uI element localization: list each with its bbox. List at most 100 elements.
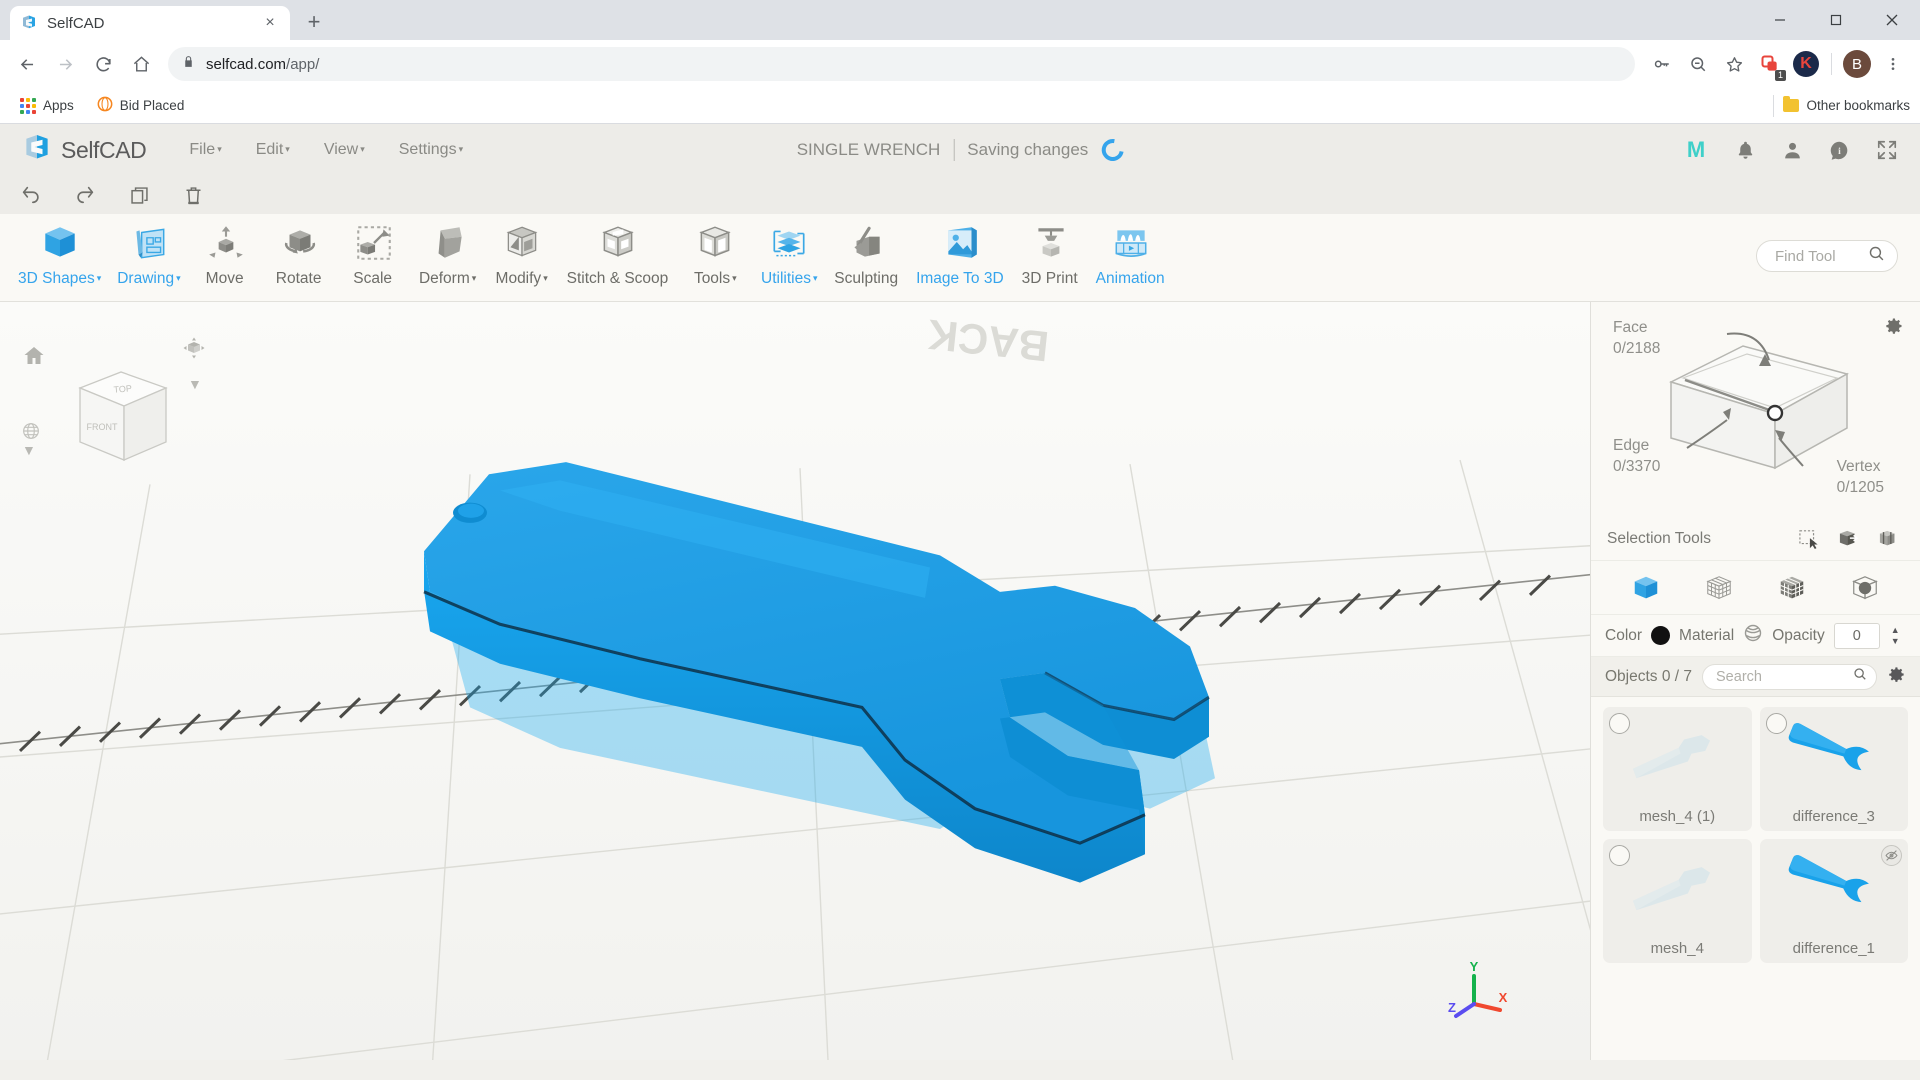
notifications-bell-icon[interactable] xyxy=(1735,140,1756,161)
stepper-down-icon[interactable]: ▼ xyxy=(1891,637,1900,646)
rectangle-select-icon[interactable] xyxy=(1794,526,1824,552)
tool-3d-print[interactable]: 3D Print xyxy=(1014,220,1088,290)
copy-button[interactable] xyxy=(122,180,156,210)
objects-search-box[interactable] xyxy=(1702,663,1877,690)
tool-utilities[interactable]: Utilities ▾ xyxy=(752,220,826,290)
menu-edit[interactable]: Edit ▾ xyxy=(239,141,307,159)
opacity-stepper[interactable]: ▲ ▼ xyxy=(1891,626,1900,646)
profile-k-avatar[interactable]: K xyxy=(1789,47,1823,81)
sphere-material-icon[interactable] xyxy=(1743,623,1763,648)
bookmark-apps[interactable]: Apps xyxy=(12,94,82,118)
maximize-button[interactable] xyxy=(1808,0,1864,40)
objects-settings-gear-icon[interactable] xyxy=(1887,665,1906,689)
tool-label: Sculpting xyxy=(834,270,899,287)
tool-deform[interactable]: Deform ▾ xyxy=(411,220,485,290)
tool-modify[interactable]: Modify ▾ xyxy=(485,220,559,290)
edge-count: Edge 0/3370 xyxy=(1613,437,1661,475)
object-mode-icon[interactable] xyxy=(1629,571,1663,605)
browser-action-icons: 1 K B xyxy=(1645,47,1910,81)
tool-animation[interactable]: Animation xyxy=(1088,220,1175,290)
tool-image-to-3d[interactable]: Image To 3D xyxy=(908,220,1014,290)
minimize-button[interactable] xyxy=(1752,0,1808,40)
mesh-statistics: Face 0/2188 Edge 0/3370 Vertex 0/1205 xyxy=(1591,302,1920,517)
title-divider xyxy=(953,139,955,161)
extension-icon[interactable]: 1 xyxy=(1753,47,1787,81)
tool-move[interactable]: Move xyxy=(189,220,263,290)
forward-icon[interactable] xyxy=(48,47,82,81)
tools-icon xyxy=(694,222,736,264)
tool-label: Drawing ▾ xyxy=(117,270,181,287)
tool-sculpting[interactable]: Sculpting xyxy=(826,220,908,290)
mycad-m-icon[interactable]: M xyxy=(1683,138,1709,162)
wrench-blue-thumb xyxy=(1768,847,1901,933)
navigation-cube[interactable]: TOP FRONT xyxy=(56,348,186,478)
object-card[interactable]: difference_3 xyxy=(1759,707,1908,831)
stitch-scoop-icon xyxy=(597,222,639,264)
menu-view[interactable]: View ▾ xyxy=(307,141,382,159)
new-tab-button[interactable]: + xyxy=(298,6,330,38)
app-brand[interactable]: SelfCAD xyxy=(22,133,147,168)
tool-label: 3D Print xyxy=(1021,270,1078,287)
redo-button[interactable] xyxy=(68,180,102,210)
gear-icon[interactable] xyxy=(1884,316,1904,341)
fullscreen-icon[interactable] xyxy=(1876,139,1898,161)
zoom-out-icon[interactable] xyxy=(1681,47,1715,81)
search-icon[interactable] xyxy=(1868,245,1885,267)
bookmark-label: Apps xyxy=(43,98,74,113)
tool-tools[interactable]: Tools ▾ xyxy=(678,220,752,290)
back-icon[interactable] xyxy=(10,47,44,81)
home-icon[interactable] xyxy=(124,47,158,81)
3d-viewport[interactable]: BACK ▼ ▼ TOP FRONT Y X Z xyxy=(0,302,1590,1060)
key-icon[interactable] xyxy=(1645,47,1679,81)
home-view-icon[interactable] xyxy=(22,344,46,373)
user-account-icon[interactable] xyxy=(1782,140,1803,161)
box-select-icon[interactable] xyxy=(1834,526,1864,552)
undo-button[interactable] xyxy=(14,180,48,210)
selfcad-app: SelfCAD File ▾ Edit ▾ View ▾ Settings ▾ SING… xyxy=(0,124,1920,1060)
find-tool-box[interactable] xyxy=(1756,240,1898,272)
tool-rotate[interactable]: Rotate xyxy=(263,220,337,290)
object-card[interactable]: mesh_4 (1) xyxy=(1603,707,1752,831)
object-card[interactable]: mesh_4 xyxy=(1603,839,1752,963)
find-tool-input[interactable] xyxy=(1775,247,1860,265)
info-icon[interactable]: i xyxy=(1829,140,1850,161)
bookmark-bid-placed[interactable]: Bid Placed xyxy=(89,92,193,119)
menu-settings[interactable]: Settings ▾ xyxy=(382,141,480,159)
tool-scale[interactable]: Scale xyxy=(337,220,411,290)
vertex-mode-icon[interactable] xyxy=(1848,571,1882,605)
search-icon[interactable] xyxy=(1853,667,1867,686)
close-icon[interactable]: × xyxy=(260,13,280,33)
tool-3d-shapes[interactable]: 3D Shapes ▾ xyxy=(10,220,109,290)
objects-search-input[interactable] xyxy=(1716,668,1847,685)
object-card[interactable]: difference_1 xyxy=(1759,839,1908,963)
bookmark-star-icon[interactable] xyxy=(1717,47,1751,81)
tool-label: Image To 3D xyxy=(916,270,1004,287)
browser-tab[interactable]: SelfCAD × xyxy=(10,6,290,40)
tool-drawing[interactable]: Drawing ▾ xyxy=(109,220,188,290)
sculpting-icon xyxy=(846,222,888,264)
stepper-up-icon[interactable]: ▲ xyxy=(1891,626,1900,635)
other-bookmarks[interactable]: Other bookmarks xyxy=(1771,94,1910,117)
address-bar[interactable]: selfcad.com/app/ xyxy=(168,47,1635,81)
object-name: difference_1 xyxy=(1792,940,1875,957)
orbit-globe-icon[interactable] xyxy=(20,420,42,447)
opacity-input[interactable]: 0 xyxy=(1833,622,1880,649)
wireframe-mode-icon[interactable] xyxy=(1702,571,1736,605)
material-row: Color Material Opacity 0 ▲ ▼ xyxy=(1591,615,1920,657)
bookmark-label: Bid Placed xyxy=(119,98,185,113)
face-mode-icon[interactable] xyxy=(1775,571,1809,605)
delete-button[interactable] xyxy=(176,180,210,210)
chrome-menu-icon[interactable] xyxy=(1876,47,1910,81)
svg-text:i: i xyxy=(1838,146,1841,157)
bid-placed-icon xyxy=(97,96,113,115)
reload-icon[interactable] xyxy=(86,47,120,81)
close-window-button[interactable] xyxy=(1864,0,1920,40)
loop-select-icon[interactable] xyxy=(1874,526,1904,552)
save-status: Saving changes xyxy=(967,140,1089,159)
tool-stitch-scoop[interactable]: Stitch & Scoop xyxy=(559,220,679,290)
profile-b-avatar[interactable]: B xyxy=(1840,47,1874,81)
menu-file[interactable]: File ▾ xyxy=(172,141,238,159)
cube-down-arrow-icon[interactable]: ▼ xyxy=(188,376,202,392)
animation-icon xyxy=(1110,222,1152,264)
color-swatch[interactable] xyxy=(1651,626,1671,645)
